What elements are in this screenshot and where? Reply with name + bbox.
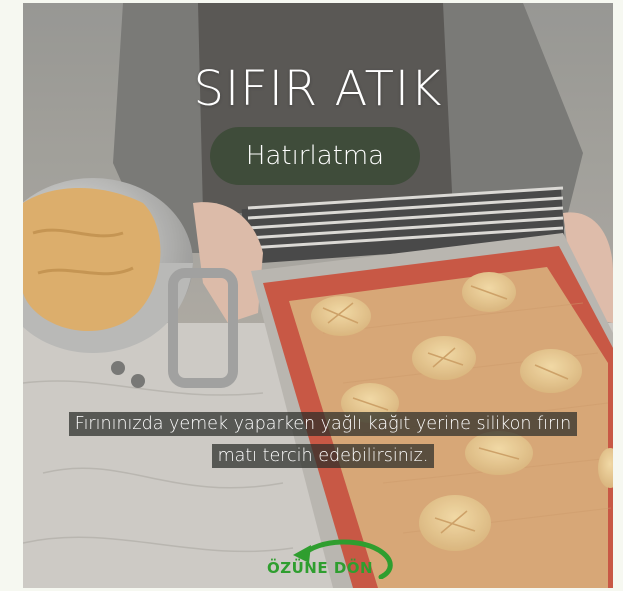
tip-caption-line-1: Fırınınızda yemek yaparken yağlı kağıt y… xyxy=(68,412,578,436)
poster-title: SIFIR ATIK xyxy=(193,61,443,117)
tip-caption: Fırınınızda yemek yaparken yağlı kağıt y… xyxy=(56,408,590,472)
brand-logo-text: ÖZÜNE DÖN xyxy=(267,559,374,577)
poster-image: SIFIR ATIK Hatırlatma Fırınınızda yemek … xyxy=(23,3,613,588)
reminder-badge: Hatırlatma xyxy=(210,127,420,185)
reminder-badge-label: Hatırlatma xyxy=(245,141,385,171)
tip-caption-line-2: matı tercih edebilirsiniz. xyxy=(211,444,435,468)
brand-logo: ÖZÜNE DÖN xyxy=(263,531,398,580)
